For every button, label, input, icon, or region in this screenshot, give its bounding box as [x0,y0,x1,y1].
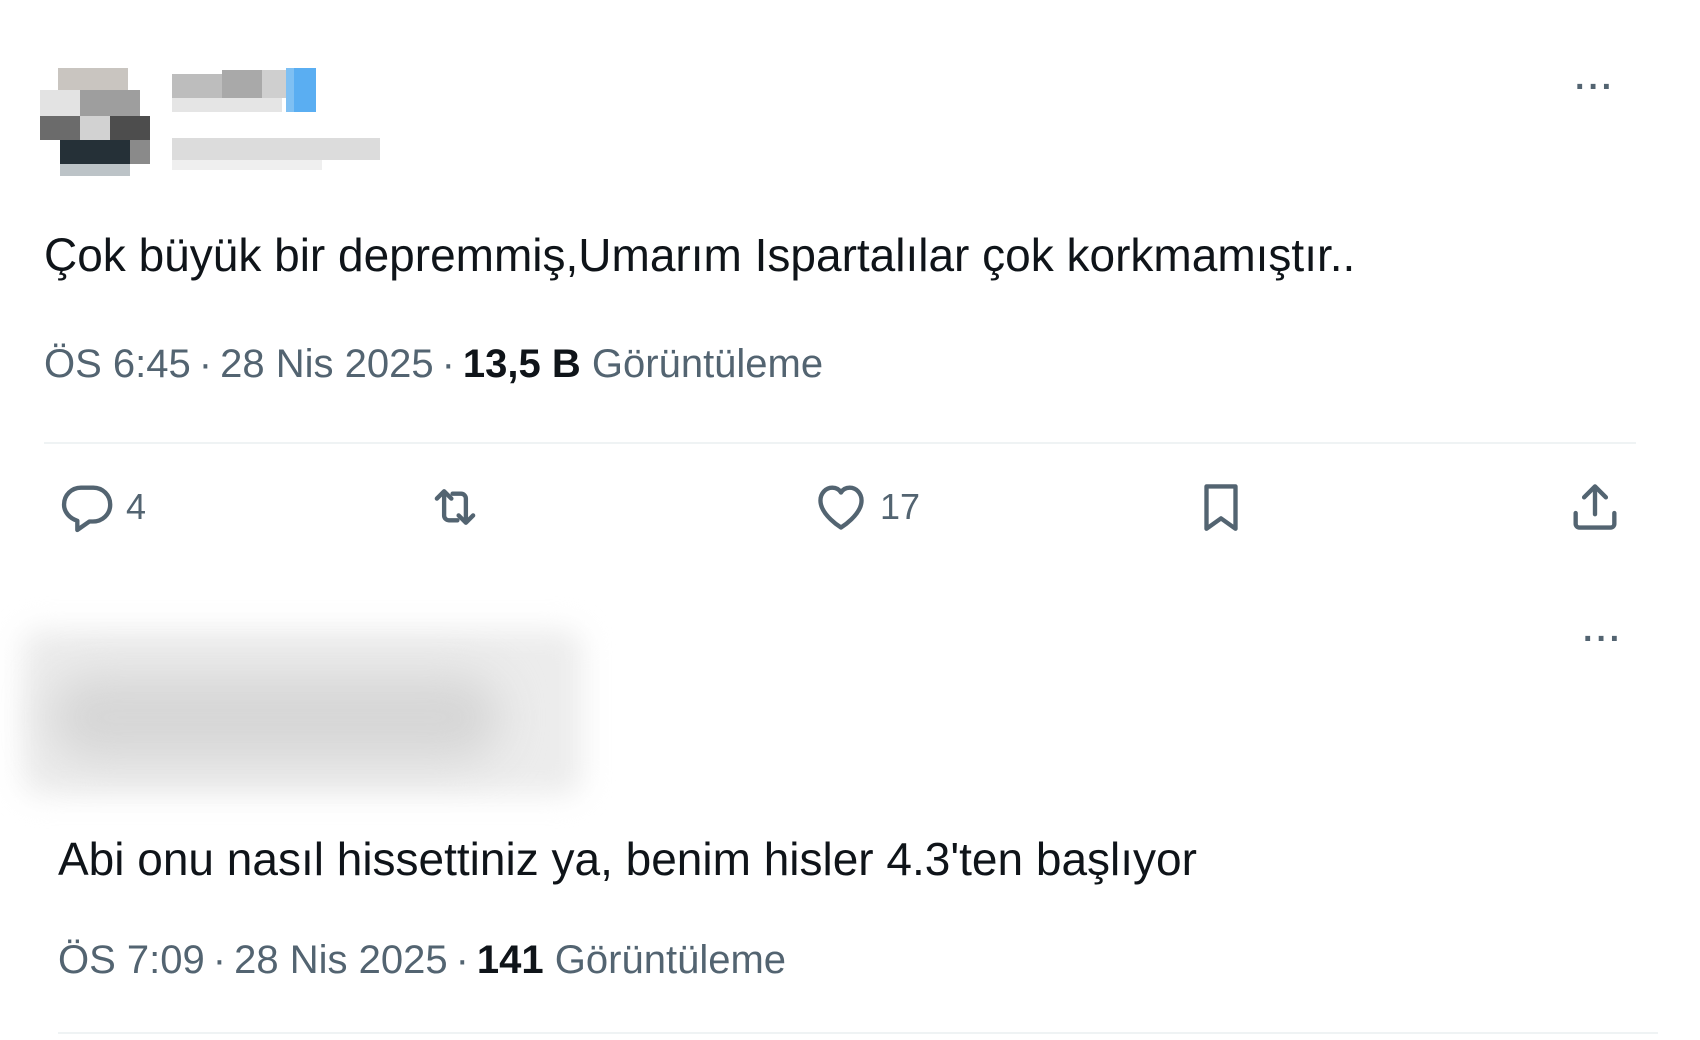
bookmark-button[interactable] [1192,478,1250,536]
tweet-text: Abi onu nasıl hissettiniz ya, benim hisl… [58,833,1197,885]
like-count: 17 [880,486,921,527]
verified-badge-pixel [294,68,316,112]
separator: · [455,938,469,982]
avatar-pixel [40,90,80,116]
bookmark-icon [1204,484,1238,531]
avatar-pixel [58,68,128,90]
like-button[interactable]: 17 [812,478,920,536]
retweet-button[interactable] [426,478,484,536]
tweet-meta: ÖS 6:45 · 28 Nis 2025 · 13,5 B Görüntüleme [44,342,823,387]
name-pixel [172,74,222,98]
share-icon [1573,484,1617,530]
separator: · [212,938,227,982]
avatar-pixel [60,140,130,164]
tweet-detail[interactable]: ··· Çok büyük bir depremmiş,Umarım Ispar… [0,0,1680,560]
handle-pixel [172,138,380,160]
views-count: 141 [476,938,544,982]
tweet-text: Çok büyük bir depremmiş,Umarım Ispartalı… [44,229,1356,281]
divider [58,1032,1658,1034]
reply-button[interactable]: 4 [58,478,146,536]
avatar-pixel [130,140,150,164]
pixelated-user-header[interactable] [40,68,420,188]
avatar-pixel [80,90,140,116]
handle-pixel [172,160,322,170]
heart-icon [818,485,864,530]
tweet-time[interactable]: ÖS 7:09 [58,938,205,982]
tweet-date[interactable]: 28 Nis 2025 [220,342,433,386]
blurred-user-name [50,675,500,760]
separator: · [198,342,213,386]
more-icon[interactable]: ··· [1583,622,1623,656]
tweet-time[interactable]: ÖS 6:45 [44,342,191,386]
reply-tweet[interactable]: ··· Abi onu nasıl hissettiniz ya, benim … [0,620,1690,1040]
tweet-date[interactable]: 28 Nis 2025 [234,938,447,982]
tweet-actions: 4 17 [44,478,1636,538]
divider [44,442,1636,444]
name-pixel [222,70,262,98]
avatar-pixel [60,164,130,176]
avatar-pixel [110,116,150,140]
tweet-meta: ÖS 7:09 · 28 Nis 2025 · 141 Görüntüleme [58,938,786,983]
separator: · [441,342,455,386]
views-label: Görüntüleme [591,342,824,386]
avatar-pixel [40,116,80,140]
name-pixel [262,70,286,98]
views-label: Görüntüleme [554,938,787,982]
reply-count: 4 [126,486,147,527]
share-button[interactable] [1566,478,1624,536]
reply-icon [61,485,113,533]
name-pixel [172,98,282,112]
avatar-pixel [80,116,110,140]
more-icon[interactable]: ··· [1575,70,1615,104]
page: ··· Çok büyük bir depremmiş,Umarım Ispar… [0,0,1700,1040]
views-count: 13,5 B [462,342,581,386]
retweet-icon [434,489,476,525]
